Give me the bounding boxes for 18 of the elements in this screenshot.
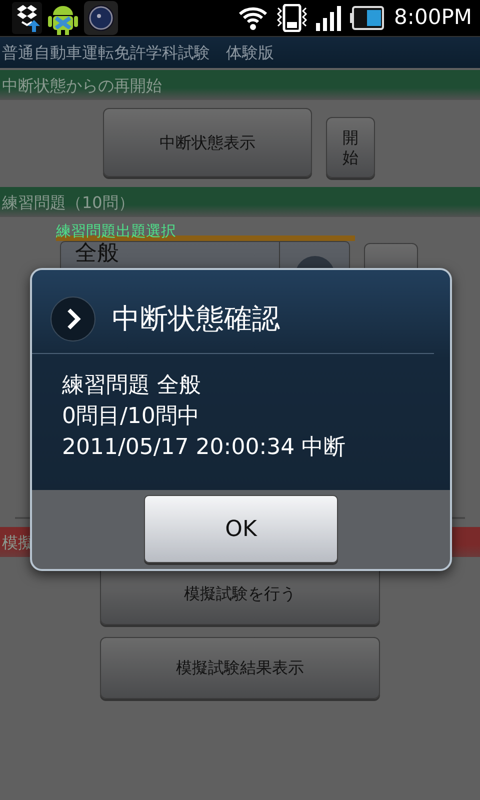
- chevron-icon: [50, 296, 96, 342]
- message-line: 練習問題 全般: [62, 372, 202, 400]
- resume-state-button[interactable]: 中断状態表示: [103, 108, 312, 177]
- app-title: 普通自動車運転免許学科試験 体験版: [0, 36, 480, 68]
- message-line: 2011/05/17 20:00:34 中断: [62, 434, 347, 462]
- ok-button[interactable]: OK: [144, 495, 338, 563]
- battery-icon: [350, 6, 384, 30]
- dialog-title: 中断状態確認: [112, 300, 280, 336]
- message-line: 0問目/10問中: [62, 403, 200, 431]
- clock-time: 8:00PM: [394, 4, 472, 32]
- dropbox-icon: [12, 2, 42, 34]
- select-label: 練習問題出題選択: [56, 222, 355, 241]
- camera-lens-icon: [84, 1, 118, 35]
- menu-button[interactable]: 模擬試験結果表示: [100, 637, 380, 699]
- section-header: 練習問題（10問）: [0, 187, 480, 217]
- start-button[interactable]: 開始: [326, 117, 375, 178]
- section-header: 中断状態からの再開始: [0, 70, 480, 100]
- wifi-icon: [238, 5, 268, 31]
